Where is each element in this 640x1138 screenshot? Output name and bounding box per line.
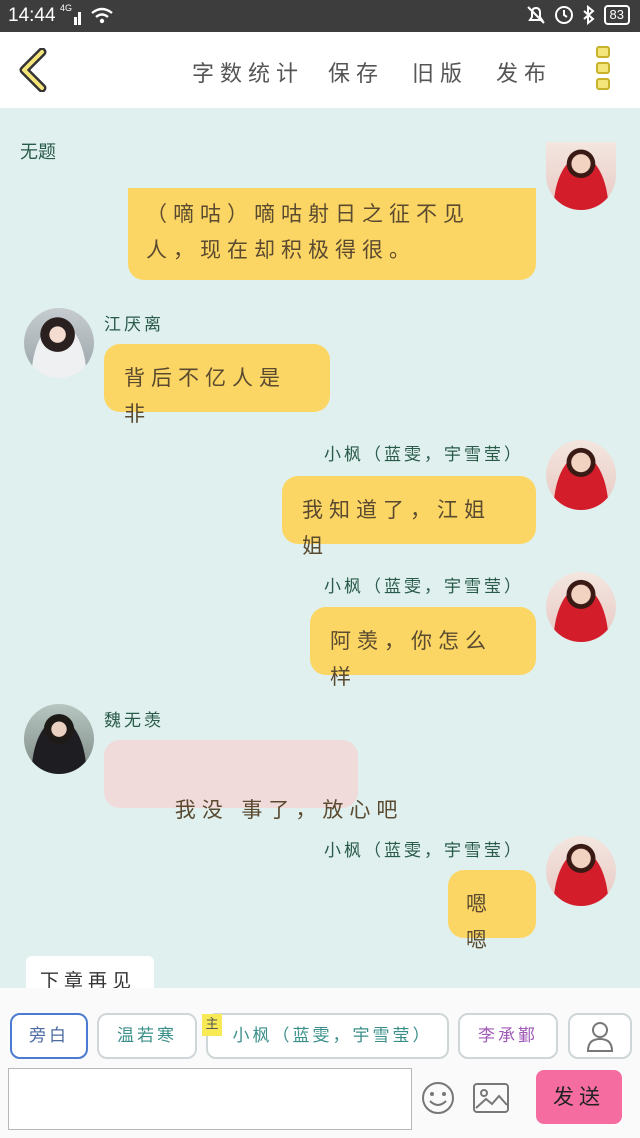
chat-title: 无题 <box>20 142 56 163</box>
top-toolbar: 字数统计 保存 旧版 发布 <box>0 32 640 108</box>
avatar[interactable] <box>546 440 616 510</box>
old-version-button[interactable]: 旧版 <box>412 56 468 88</box>
sender-name: 小枫（蓝雯，宇雪莹） <box>324 445 524 465</box>
chat-area[interactable]: 无题 （嘀咕）嘀咕射日之征不见 人，现在却积极得很。 江厌离 背后不亿人是非 小… <box>0 108 640 988</box>
message-text: 我知道了，江姐姐 <box>302 498 491 558</box>
role-lichengyin-button[interactable]: 李承鄞 <box>458 1013 558 1059</box>
status-bar: 14:44 4G 83 <box>0 0 640 32</box>
message-text: 人，现在却积极得很。 <box>146 238 416 262</box>
message-bubble[interactable]: 阿羡，你怎么样 <box>310 607 536 689</box>
message-bubble[interactable]: 背后不亿人是非 <box>104 344 330 426</box>
alarm-icon <box>554 6 573 24</box>
publish-button[interactable]: 发布 <box>496 56 552 88</box>
add-role-button[interactable] <box>568 1013 632 1059</box>
message-text: 我没 事了，放心吧 <box>174 798 404 822</box>
battery-level: 83 <box>603 5 630 25</box>
message-bubble[interactable]: 我知道了，江姐姐 <box>282 476 536 558</box>
avatar[interactable] <box>24 308 94 378</box>
wifi-icon <box>91 7 113 24</box>
bluetooth-icon <box>582 5 595 25</box>
input-panel: 旁白 温若寒 小枫（蓝雯，宇雪莹） 主 李承鄞 发送 <box>0 988 640 1138</box>
image-icon[interactable] <box>472 1082 510 1114</box>
avatar[interactable] <box>24 704 94 774</box>
main-role-badge: 主 <box>202 1014 222 1036</box>
more-options-icon[interactable] <box>596 46 612 96</box>
avatar[interactable] <box>546 572 616 642</box>
status-time: 14:44 <box>8 5 56 26</box>
mute-bell-icon <box>526 6 545 24</box>
narration-bubble[interactable]: 下章再见 <box>26 956 154 988</box>
role-wenruohan-button[interactable]: 温若寒 <box>97 1013 197 1059</box>
person-icon <box>586 1022 614 1052</box>
emoji-icon[interactable] <box>420 1080 456 1116</box>
sender-name: 江厌离 <box>104 315 164 335</box>
message-input[interactable] <box>8 1068 412 1130</box>
message-bubble[interactable]: 嗯嗯 <box>448 870 536 952</box>
message-text: 背后不亿人是非 <box>124 366 286 426</box>
message-bubble[interactable]: 我没 事了，放心吧 <box>104 740 397 822</box>
avatar[interactable] <box>546 142 616 210</box>
sender-name: 小枫（蓝雯，宇雪莹） <box>324 577 524 597</box>
send-button[interactable]: 发送 <box>536 1070 622 1124</box>
sender-name: 小枫（蓝雯，宇雪莹） <box>324 841 524 861</box>
save-button[interactable]: 保存 <box>328 56 384 88</box>
message-bubble[interactable]: （嘀咕）嘀咕射日之征不见 人，现在却积极得很。 <box>128 188 536 280</box>
role-narrator-button[interactable]: 旁白 <box>10 1013 88 1059</box>
message-text: 嗯嗯 <box>466 892 493 952</box>
message-text: （嘀咕）嘀咕射日之征不见 <box>146 202 470 226</box>
back-arrow-icon[interactable] <box>14 48 54 92</box>
message-text: 阿羡，你怎么样 <box>330 629 492 689</box>
avatar[interactable] <box>546 836 616 906</box>
network-label: 4G <box>60 3 73 13</box>
word-count-button[interactable]: 字数统计 <box>192 56 304 88</box>
sender-name: 魏无羡 <box>104 711 164 731</box>
role-xiaofeng-button[interactable]: 小枫（蓝雯，宇雪莹） <box>206 1013 449 1059</box>
